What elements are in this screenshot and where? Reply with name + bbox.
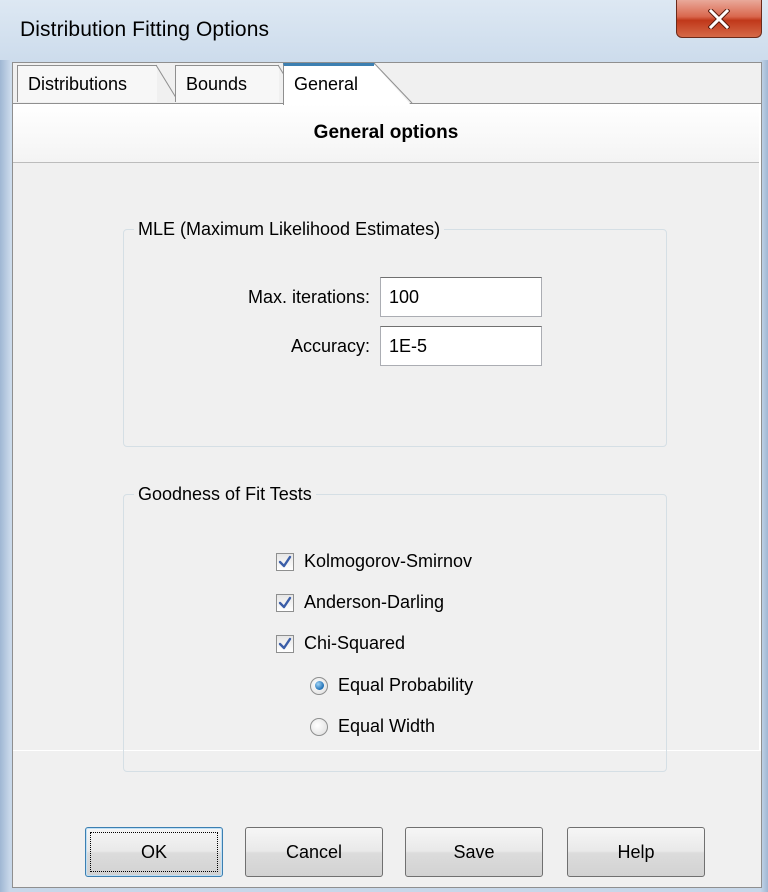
accuracy-label: Accuracy: (290, 336, 370, 356)
max-iterations-label: Max. iterations: (247, 287, 370, 307)
radio-button-selected[interactable] (310, 676, 328, 695)
equal-probability-radio[interactable]: Equal Probability (310, 675, 473, 696)
dialog-window: Distribution Fitting Options Distributio… (0, 0, 768, 892)
save-button[interactable]: Save (405, 827, 543, 877)
title-bar[interactable]: Distribution Fitting Options (0, 0, 768, 62)
tab-label: Bounds (186, 74, 248, 94)
checkbox-box[interactable] (276, 593, 294, 612)
equal-width-radio[interactable]: Equal Width (310, 716, 435, 737)
checkbox-label: Anderson-Darling (304, 592, 445, 612)
kolmogorov-smirnov-checkbox[interactable]: Kolmogorov-Smirnov (276, 551, 472, 572)
chi-squared-checkbox[interactable]: Chi-Squared (276, 633, 405, 654)
mle-group-legend: MLE (Maximum Likelihood Estimates) (134, 214, 445, 244)
radio-label: Equal Width (338, 716, 436, 736)
goodness-of-fit-legend: Goodness of Fit Tests (134, 479, 316, 509)
radio-label: Equal Probability (338, 675, 474, 695)
checkmark-icon (278, 555, 292, 567)
panel-header: General options (13, 104, 759, 163)
focus-ring (90, 832, 218, 872)
tab-bounds[interactable]: Bounds (175, 65, 279, 102)
close-button[interactable] (676, 0, 762, 38)
checkmark-icon (278, 637, 292, 649)
anderson-darling-checkbox[interactable]: Anderson-Darling (276, 592, 444, 613)
general-tab-panel: General options MLE (Maximum Likelihood … (13, 103, 761, 772)
goodness-of-fit-group: Goodness of Fit Tests Kolmogorov-Smirnov (123, 479, 667, 772)
ok-button[interactable]: OK (85, 827, 223, 877)
tab-label: Distributions (28, 74, 128, 94)
window-title: Distribution Fitting Options (20, 18, 270, 41)
tab-label: General (294, 74, 359, 94)
tab-distributions[interactable]: Distributions (17, 65, 157, 102)
checkbox-box[interactable] (276, 634, 294, 653)
window-frame-left (0, 60, 10, 892)
tab-general[interactable]: General (283, 63, 375, 105)
mle-group: MLE (Maximum Likelihood Estimates) Max. … (123, 214, 667, 447)
tab-divider (374, 63, 413, 105)
radio-button[interactable] (310, 717, 328, 736)
help-button[interactable]: Help (567, 827, 705, 877)
checkbox-box[interactable] (276, 552, 294, 571)
help-button-label: Help (617, 841, 655, 862)
checkbox-label: Chi-Squared (304, 633, 406, 653)
radio-dot (314, 681, 324, 690)
close-icon (708, 8, 730, 29)
tab-strip: Distributions Bounds General (13, 63, 761, 105)
save-button-label: Save (453, 841, 495, 862)
checkbox-label: Kolmogorov-Smirnov (304, 551, 473, 571)
cancel-button-label: Cancel (285, 841, 343, 862)
panel-body: MLE (Maximum Likelihood Estimates) Max. … (13, 163, 759, 772)
max-iterations-input[interactable] (380, 277, 542, 317)
dialog-client-area: Distributions Bounds General General opt… (12, 62, 762, 888)
accuracy-input[interactable] (380, 326, 542, 366)
cancel-button[interactable]: Cancel (245, 827, 383, 877)
checkmark-icon (278, 596, 292, 608)
